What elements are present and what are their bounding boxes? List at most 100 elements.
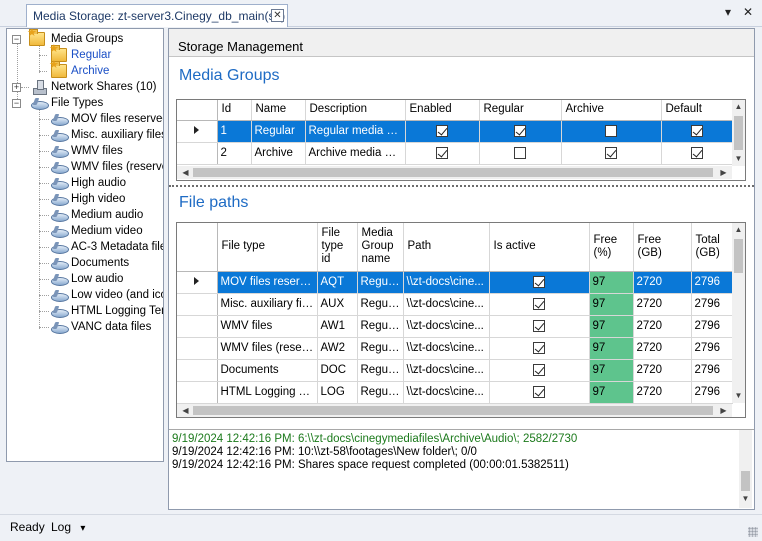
cell-type-id[interactable]: AUX bbox=[317, 293, 358, 316]
scroll-thumb[interactable] bbox=[193, 168, 713, 177]
column-header-enabled[interactable]: Enabled bbox=[405, 100, 480, 121]
document-tab-media-storage[interactable]: Media Storage: zt-server3.Cinegy_db_main… bbox=[26, 4, 288, 27]
media-groups-horizontal-scrollbar[interactable]: ◀ ▶ bbox=[177, 166, 732, 179]
panel-splitter[interactable] bbox=[169, 185, 754, 189]
column-header-free-percent[interactable]: Free (%) bbox=[589, 223, 634, 272]
cell-free-gb[interactable]: 2720 bbox=[633, 271, 692, 294]
column-header-name[interactable]: Name bbox=[251, 100, 306, 121]
collapse-icon[interactable]: − bbox=[12, 99, 21, 108]
cell-file-type[interactable]: Misc. auxiliary files bbox=[217, 293, 318, 316]
column-header-total-gb[interactable]: Total (GB) bbox=[691, 223, 733, 272]
tree-node-file-type[interactable]: Low video (and icon bbox=[9, 287, 163, 303]
cell-group[interactable]: Regular bbox=[357, 293, 404, 316]
cell-free-percent[interactable]: 97 bbox=[589, 337, 634, 360]
tree-node-media-groups[interactable]: − ★ Media Groups bbox=[9, 29, 159, 47]
log-menu-button[interactable]: Log ▾ bbox=[51, 520, 85, 534]
checked-checkbox[interactable] bbox=[605, 146, 617, 159]
tree-node-file-type[interactable]: WMV files (reserved bbox=[9, 159, 163, 175]
collapse-icon[interactable]: − bbox=[12, 35, 21, 44]
cell-path[interactable]: \\zt-docs\cine... bbox=[403, 271, 490, 294]
cell-total-gb[interactable]: 2796 bbox=[691, 359, 733, 382]
cell-free-gb[interactable]: 2720 bbox=[633, 337, 692, 360]
tree-node-regular[interactable]: ★ Regular bbox=[9, 44, 159, 63]
table-row[interactable]: Documents DOC Regular \\zt-docs\cine... 97 27… bbox=[177, 359, 733, 382]
cell-total-gb[interactable]: 2796 bbox=[691, 293, 733, 316]
scroll-thumb[interactable] bbox=[741, 471, 750, 491]
cell-type-id[interactable]: LOG bbox=[317, 381, 358, 404]
column-header-archive[interactable]: Archive bbox=[561, 100, 662, 121]
cell-path[interactable]: \\zt-docs\cine... bbox=[403, 359, 490, 382]
tree-node-file-type[interactable]: High video bbox=[9, 191, 163, 207]
cell-id[interactable]: 1 bbox=[217, 120, 252, 143]
cell-free-percent[interactable]: 97 bbox=[589, 315, 634, 338]
cell-free-gb[interactable]: 2720 bbox=[633, 293, 692, 316]
cell-is-active[interactable] bbox=[489, 359, 590, 382]
cell-archive[interactable] bbox=[561, 120, 662, 143]
cell-free-percent[interactable]: 97 bbox=[589, 359, 634, 382]
row-header[interactable] bbox=[177, 381, 218, 404]
cell-is-active[interactable] bbox=[489, 315, 590, 338]
cell-group[interactable]: Regular bbox=[357, 381, 404, 404]
cell-enabled[interactable] bbox=[405, 120, 480, 143]
cell-type-id[interactable]: AW2 bbox=[317, 337, 358, 360]
checked-checkbox[interactable] bbox=[533, 385, 545, 398]
table-row[interactable]: WMV files (reserv... AW2 Regular \\zt-docs\… bbox=[177, 337, 733, 360]
cell-file-type[interactable]: Documents bbox=[217, 359, 318, 382]
cell-group[interactable]: Regular bbox=[357, 271, 404, 294]
cell-group[interactable]: Regular bbox=[357, 359, 404, 382]
checked-checkbox[interactable] bbox=[514, 124, 526, 137]
scroll-thumb[interactable] bbox=[734, 239, 743, 273]
tree-node-file-type[interactable]: Documents bbox=[9, 255, 163, 271]
column-header-file-type-id[interactable]: File type id bbox=[317, 223, 358, 272]
cell-default[interactable] bbox=[661, 120, 734, 143]
cell-regular[interactable] bbox=[479, 120, 562, 143]
scroll-thumb[interactable] bbox=[734, 116, 743, 150]
table-row[interactable]: Misc. auxiliary files AUX Regular \\zt-docs… bbox=[177, 293, 733, 316]
unchecked-checkbox[interactable] bbox=[514, 146, 526, 159]
cell-archive[interactable] bbox=[561, 142, 662, 165]
scroll-left-icon[interactable]: ◀ bbox=[179, 406, 192, 416]
cell-total-gb[interactable]: 2796 bbox=[691, 381, 733, 404]
checked-checkbox[interactable] bbox=[533, 297, 545, 310]
cell-enabled[interactable] bbox=[405, 142, 480, 165]
tree-node-file-type[interactable]: MOV files reserved bbox=[9, 111, 163, 127]
column-header-default[interactable]: Default bbox=[661, 100, 734, 121]
column-header-is-active[interactable]: Is active bbox=[489, 223, 590, 272]
close-window-icon[interactable]: ✕ bbox=[740, 5, 756, 19]
cell-free-gb[interactable]: 2720 bbox=[633, 381, 692, 404]
tree-node-archive[interactable]: ★ Archive bbox=[9, 60, 159, 79]
tree-node-file-type[interactable]: Medium video bbox=[9, 223, 163, 239]
window-menu-dropdown-icon[interactable]: ▾ bbox=[720, 5, 736, 19]
column-header-free-gb[interactable]: Free (GB) bbox=[633, 223, 692, 272]
checked-checkbox[interactable] bbox=[436, 146, 448, 159]
cell-name[interactable]: Regular bbox=[251, 120, 306, 143]
column-header-media-group-name[interactable]: Media Group name bbox=[357, 223, 404, 272]
scroll-right-icon[interactable]: ▶ bbox=[717, 406, 730, 416]
cell-path[interactable]: \\zt-docs\cine... bbox=[403, 293, 490, 316]
tree-node-file-type[interactable]: AC-3 Metadata files bbox=[9, 239, 163, 255]
cell-free-percent[interactable]: 97 bbox=[589, 381, 634, 404]
table-row[interactable]: WMV files AW1 Regular \\zt-docs\cine... 97 27… bbox=[177, 315, 733, 338]
tree-node-file-type[interactable]: High audio bbox=[9, 175, 163, 191]
cell-description[interactable]: Archive media gr... bbox=[305, 142, 406, 165]
table-row[interactable]: 1 Regular Regular media gr... bbox=[177, 120, 734, 143]
cell-type-id[interactable]: DOC bbox=[317, 359, 358, 382]
log-vertical-scrollbar[interactable]: ▼ bbox=[739, 430, 752, 508]
cell-is-active[interactable] bbox=[489, 271, 590, 294]
row-header[interactable] bbox=[177, 359, 218, 382]
checked-checkbox[interactable] bbox=[691, 124, 703, 137]
cell-free-percent[interactable]: 97 bbox=[589, 293, 634, 316]
tree-node-file-type[interactable]: WMV files bbox=[9, 143, 163, 159]
cell-path[interactable]: \\zt-docs\cine... bbox=[403, 337, 490, 360]
cell-path[interactable]: \\zt-docs\cine... bbox=[403, 381, 490, 404]
column-header-file-type[interactable]: File type bbox=[217, 223, 318, 272]
row-header[interactable] bbox=[177, 120, 218, 143]
scroll-left-icon[interactable]: ◀ bbox=[179, 168, 192, 178]
cell-group[interactable]: Regular bbox=[357, 337, 404, 360]
cell-group[interactable]: Regular bbox=[357, 315, 404, 338]
scroll-thumb[interactable] bbox=[193, 406, 713, 415]
column-header-description[interactable]: Description bbox=[305, 100, 406, 121]
resize-grip-icon[interactable] bbox=[748, 527, 758, 537]
scroll-up-icon[interactable]: ▲ bbox=[732, 102, 745, 112]
media-groups-vertical-scrollbar[interactable]: ▲ ▼ bbox=[732, 100, 745, 166]
